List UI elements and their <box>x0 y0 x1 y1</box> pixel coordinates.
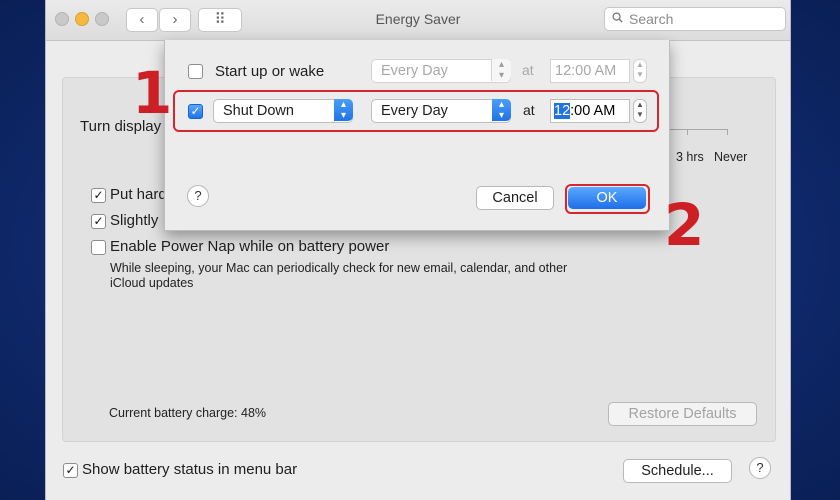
slightly-dim-checkbox[interactable]: ✓ <box>91 214 106 229</box>
show-battery-status-label: Show battery status in menu bar <box>82 461 298 478</box>
slider-label-never: Never <box>714 150 748 164</box>
startup-wake-label: Start up or wake <box>215 63 325 80</box>
battery-charge-text: Current battery charge: 48% <box>109 406 267 420</box>
put-hard-disks-checkbox[interactable]: ✓ <box>91 188 106 203</box>
step-1-annotation: 1 <box>132 59 173 127</box>
shutdown-row-highlight <box>173 90 659 132</box>
search-field[interactable]: Search <box>604 7 786 31</box>
help-button[interactable]: ? <box>749 457 771 479</box>
slightly-dim-label: Slightly <box>110 212 159 229</box>
slider-label-3hrs: 3 hrs <box>676 150 704 164</box>
startup-time-value: 12:00 AM <box>555 63 617 79</box>
cancel-button[interactable]: Cancel <box>476 186 554 210</box>
schedule-button[interactable]: Schedule... <box>623 459 732 483</box>
show-battery-status-checkbox[interactable]: ✓ <box>63 463 78 478</box>
power-nap-checkbox[interactable] <box>91 240 106 255</box>
slider-tick <box>727 129 728 135</box>
power-nap-description-line1: While sleeping, your Mac can periodicall… <box>110 261 568 275</box>
startup-at-label: at <box>522 62 534 78</box>
power-nap-description-line2: iCloud updates <box>110 276 194 290</box>
startup-frequency-popup[interactable]: Every Day ▴ ▾ <box>371 59 511 83</box>
put-hard-disks-label: Put hard <box>110 186 167 203</box>
startup-time-field[interactable]: 12:00 AM <box>550 59 630 83</box>
startup-wake-checkbox[interactable] <box>188 64 203 79</box>
startup-time-stepper[interactable]: ▲ ▼ <box>633 59 647 83</box>
startup-frequency-value: Every Day <box>381 63 448 79</box>
restore-defaults-button[interactable]: Restore Defaults <box>608 402 757 426</box>
popup-arrows-icon: ▴ ▾ <box>491 59 511 81</box>
title-bar: ‹ › ⠿ Energy Saver Search <box>46 0 790 41</box>
ok-button-highlight <box>565 184 650 214</box>
slider-tick <box>687 129 688 135</box>
power-nap-label: Enable Power Nap while on battery power <box>110 238 390 255</box>
step-2-annotation: 2 <box>664 191 705 259</box>
search-icon <box>612 12 623 23</box>
search-placeholder: Search <box>629 11 674 27</box>
sheet-help-button[interactable]: ? <box>187 185 209 207</box>
display-slider-track[interactable] <box>666 129 728 130</box>
